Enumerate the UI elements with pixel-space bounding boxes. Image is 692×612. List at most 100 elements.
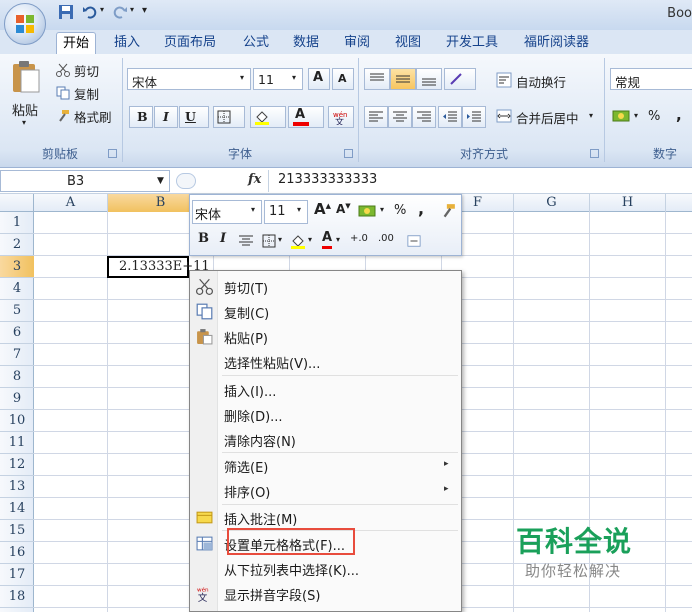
- tab-insert[interactable]: 插入: [108, 32, 146, 54]
- row-header[interactable]: 10: [0, 410, 34, 432]
- tab-view[interactable]: 视图: [389, 32, 427, 54]
- column-header-a[interactable]: A: [34, 194, 108, 212]
- mini-center-align-icon[interactable]: [238, 234, 254, 248]
- menu-item-cut[interactable]: 剪切(T): [190, 274, 461, 299]
- clipboard-dialog-launcher[interactable]: [108, 149, 117, 158]
- tab-formulas[interactable]: 公式: [237, 32, 275, 54]
- row-header[interactable]: 13: [0, 476, 34, 498]
- menu-item-pick-from-list[interactable]: 从下拉列表中选择(K)...: [190, 556, 461, 581]
- tab-home[interactable]: 开始: [56, 32, 97, 54]
- mini-shrink-font-button[interactable]: A▼: [336, 202, 351, 216]
- active-cell-b3[interactable]: 2.13333E+11: [107, 256, 210, 278]
- bold-button[interactable]: B: [129, 106, 153, 128]
- row-header[interactable]: 8: [0, 366, 34, 388]
- tab-review[interactable]: 审阅: [338, 32, 376, 54]
- row-header[interactable]: 12: [0, 454, 34, 476]
- redo-dropdown-icon[interactable]: ▾: [130, 5, 134, 14]
- mini-decrease-decimal-button[interactable]: .00: [378, 233, 394, 244]
- column-header-h[interactable]: H: [590, 194, 666, 212]
- font-name-box[interactable]: 宋体 ▾: [127, 68, 251, 90]
- row-header[interactable]: 16: [0, 542, 34, 564]
- font-color-button[interactable]: A: [288, 106, 324, 128]
- customize-qat-icon[interactable]: ▾: [142, 5, 147, 16]
- font-dialog-launcher[interactable]: [344, 149, 353, 158]
- merge-center-button[interactable]: 合并后居中: [516, 108, 579, 127]
- menu-item-insert[interactable]: 插入(I)...: [190, 377, 461, 402]
- row-header[interactable]: 18: [0, 586, 34, 608]
- comma-button[interactable]: ,: [676, 106, 682, 124]
- align-left-button[interactable]: [364, 106, 388, 128]
- grow-font-button[interactable]: A: [308, 68, 330, 90]
- row-header[interactable]: 9: [0, 388, 34, 410]
- alignment-dialog-launcher[interactable]: [590, 149, 599, 158]
- menu-item-sort[interactable]: 排序(O) ▸: [190, 478, 461, 503]
- formula-bar-splitter[interactable]: [176, 173, 196, 189]
- row-header[interactable]: 11: [0, 432, 34, 454]
- column-header-g[interactable]: G: [514, 194, 590, 212]
- mini-merge-icon[interactable]: [406, 234, 422, 248]
- row-header[interactable]: 7: [0, 344, 34, 366]
- orientation-button[interactable]: [444, 68, 476, 90]
- menu-item-show-phonetic[interactable]: wén 文 显示拼音字段(S): [190, 581, 461, 606]
- mini-grow-font-button[interactable]: A▲: [314, 200, 331, 218]
- mini-italic-button[interactable]: I: [220, 231, 226, 246]
- save-icon[interactable]: [58, 4, 74, 20]
- copy-button[interactable]: 复制: [74, 84, 99, 103]
- row-header[interactable]: 4: [0, 278, 34, 300]
- tab-page-layout[interactable]: 页面布局: [158, 32, 222, 54]
- menu-item-delete[interactable]: 删除(D)...: [190, 402, 461, 427]
- borders-button[interactable]: [213, 106, 245, 128]
- format-painter-button[interactable]: 格式刷: [74, 107, 112, 126]
- align-center-button[interactable]: [388, 106, 412, 128]
- row-header[interactable]: 3: [0, 256, 34, 278]
- menu-item-clear-contents[interactable]: 清除内容(N): [190, 427, 461, 452]
- fill-color-button[interactable]: [250, 106, 286, 128]
- menu-item-paste[interactable]: 粘贴(P): [190, 324, 461, 349]
- align-top-button[interactable]: [364, 68, 390, 90]
- font-size-box[interactable]: 11 ▾: [253, 68, 303, 90]
- insert-function-icon[interactable]: fx: [248, 172, 261, 187]
- phonetic-button[interactable]: wén 文: [328, 106, 354, 128]
- tab-foxit-reader[interactable]: 福昕阅读器: [518, 32, 595, 54]
- mini-format-painter-icon[interactable]: [440, 203, 456, 219]
- shrink-font-button[interactable]: A: [332, 68, 354, 90]
- align-right-button[interactable]: [412, 106, 436, 128]
- row-header[interactable]: 17: [0, 564, 34, 586]
- tab-developer[interactable]: 开发工具: [440, 32, 504, 54]
- mini-percent-button[interactable]: %: [394, 203, 406, 218]
- select-all-corner[interactable]: [0, 194, 34, 212]
- row-header[interactable]: 2: [0, 234, 34, 256]
- formula-input[interactable]: 213333333333: [278, 172, 377, 187]
- mini-currency-icon[interactable]: [358, 203, 378, 219]
- increase-indent-button[interactable]: [462, 106, 486, 128]
- wrap-text-button[interactable]: 自动换行: [516, 72, 566, 91]
- office-button[interactable]: [4, 3, 46, 45]
- undo-icon[interactable]: [82, 4, 98, 20]
- mini-borders-icon[interactable]: [262, 234, 276, 248]
- tab-data[interactable]: 数据: [287, 32, 325, 54]
- mini-bold-button[interactable]: B: [198, 231, 209, 246]
- row-header[interactable]: 14: [0, 498, 34, 520]
- mini-font-size-box[interactable]: 11 ▾: [264, 200, 308, 224]
- mini-fill-bucket-icon[interactable]: [290, 233, 306, 249]
- row-header[interactable]: 15: [0, 520, 34, 542]
- row-header[interactable]: 1: [0, 212, 34, 234]
- menu-item-insert-comment[interactable]: 插入批注(M): [190, 505, 461, 530]
- menu-item-copy[interactable]: 复制(C): [190, 299, 461, 324]
- row-header[interactable]: 6: [0, 322, 34, 344]
- italic-button[interactable]: I: [154, 106, 178, 128]
- mini-increase-decimal-button[interactable]: +.0: [350, 233, 368, 244]
- currency-icon[interactable]: [612, 108, 632, 124]
- align-bottom-button[interactable]: [416, 68, 442, 90]
- redo-icon[interactable]: [112, 4, 128, 20]
- decrease-indent-button[interactable]: [438, 106, 462, 128]
- cut-button[interactable]: 剪切: [74, 61, 99, 80]
- paste-button[interactable]: 粘贴 ▾: [6, 60, 46, 140]
- underline-button[interactable]: U: [179, 106, 209, 128]
- row-header[interactable]: 5: [0, 300, 34, 322]
- menu-item-paste-special[interactable]: 选择性粘贴(V)...: [190, 349, 461, 374]
- mini-font-color-button[interactable]: A: [322, 229, 333, 249]
- percent-button[interactable]: %: [648, 109, 660, 124]
- name-box[interactable]: B3 ▼: [0, 170, 170, 192]
- mini-comma-button[interactable]: ,: [418, 199, 424, 218]
